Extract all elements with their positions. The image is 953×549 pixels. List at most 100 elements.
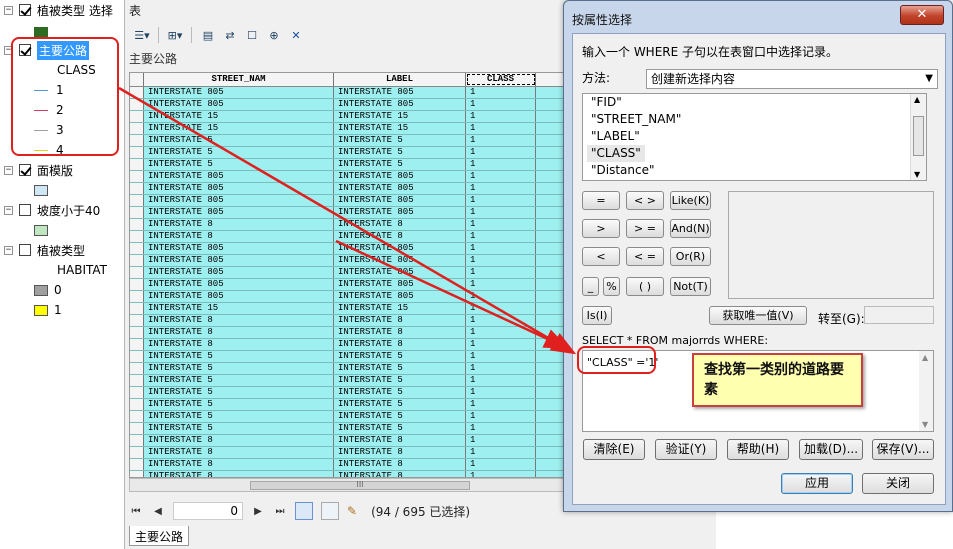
column-header[interactable]: LABEL xyxy=(334,73,466,86)
row-selector[interactable] xyxy=(130,315,144,326)
table-row[interactable]: INTERSTATE 8 INTERSTATE 81 xyxy=(130,435,568,447)
greater-than-button[interactable]: > xyxy=(582,219,620,238)
next-record-icon[interactable]: ▶ xyxy=(251,506,265,517)
row-selector[interactable] xyxy=(130,171,144,182)
table-row[interactable]: INTERSTATE 805 INTERSTATE 805 1 xyxy=(130,87,568,99)
row-selector[interactable] xyxy=(130,303,144,314)
less-than-button[interactable]: < xyxy=(582,247,620,266)
layer-name[interactable]: 面模版 xyxy=(37,162,73,179)
table-row[interactable]: INTERSTATE 805 INTERSTATE 805 1 xyxy=(130,195,568,207)
and-button[interactable]: And(N) xyxy=(670,219,711,238)
row-selector[interactable] xyxy=(130,231,144,242)
scroll-up-icon[interactable]: ▲ xyxy=(922,353,928,362)
underscore-button[interactable]: _ xyxy=(582,277,599,296)
table-options-icon[interactable]: ☰▾ xyxy=(133,26,151,44)
toc-layer-template[interactable]: − 面模版 xyxy=(4,160,73,180)
row-selector[interactable] xyxy=(130,135,144,146)
table-row[interactable]: INTERSTATE 8 INTERSTATE 81 xyxy=(130,339,568,351)
first-record-icon[interactable]: ⏮ xyxy=(129,506,143,517)
table-row[interactable]: INTERSTATE 805 INTERSTATE 805 1 xyxy=(130,279,568,291)
close-button[interactable]: 关闭 xyxy=(862,473,934,494)
toc-layer-vegetation[interactable]: − 植被类型 xyxy=(4,240,85,260)
scroll-up-icon[interactable]: ▲ xyxy=(914,95,920,104)
show-selected-records-icon[interactable] xyxy=(321,502,339,520)
not-equal-button[interactable]: < > xyxy=(626,191,664,210)
row-selector[interactable] xyxy=(130,99,144,110)
row-selector[interactable] xyxy=(130,267,144,278)
table-row[interactable]: INTERSTATE 8 INTERSTATE 81 xyxy=(130,219,568,231)
row-selector[interactable] xyxy=(130,387,144,398)
table-row[interactable]: INTERSTATE 8 INTERSTATE 81 xyxy=(130,459,568,471)
save-button[interactable]: 保存(V)... xyxy=(872,439,934,460)
table-row[interactable]: INTERSTATE 5 INTERSTATE 51 xyxy=(130,363,568,375)
table-row[interactable]: INTERSTATE 8 INTERSTATE 81 xyxy=(130,315,568,327)
not-button[interactable]: Not(T) xyxy=(670,277,711,296)
layer-visibility-checkbox[interactable] xyxy=(19,204,31,216)
clear-selection-icon[interactable]: ☐ xyxy=(243,26,261,44)
field-list[interactable]: "FID" "STREET_NAM" "LABEL" "CLASS" "Dist… xyxy=(582,93,927,181)
zoom-to-selected-icon[interactable]: ⊕ xyxy=(265,26,283,44)
parentheses-button[interactable]: ( ) xyxy=(626,277,664,296)
field-item[interactable]: "Distance" xyxy=(583,162,926,179)
vertical-scrollbar[interactable]: ▲ ▼ xyxy=(919,351,933,431)
table-row[interactable]: INTERSTATE 5 INTERSTATE 51 xyxy=(130,399,568,411)
attribute-table-grid[interactable]: STREET_NAM LABEL CLASS INTERSTATE 805 INT… xyxy=(129,72,569,478)
table-row[interactable]: INTERSTATE 5 INTERSTATE 51 xyxy=(130,411,568,423)
row-selector[interactable] xyxy=(130,363,144,374)
vertical-scrollbar[interactable]: ▲ ▼ xyxy=(910,94,926,180)
table-row[interactable]: INTERSTATE 5 INTERSTATE 51 xyxy=(130,375,568,387)
scroll-down-icon[interactable]: ▼ xyxy=(922,420,928,429)
table-row[interactable]: INTERSTATE 805 INTERSTATE 805 1 xyxy=(130,171,568,183)
unique-values-list[interactable] xyxy=(728,191,934,299)
help-button[interactable]: 帮助(H) xyxy=(727,439,789,460)
table-row[interactable]: INTERSTATE 8 INTERSTATE 81 xyxy=(130,327,568,339)
row-selector[interactable] xyxy=(130,255,144,266)
table-row[interactable]: INTERSTATE 805 INTERSTATE 805 1 xyxy=(130,267,568,279)
row-selector[interactable] xyxy=(130,183,144,194)
field-item[interactable]: "FID" xyxy=(583,94,926,111)
equals-button[interactable]: = xyxy=(582,191,620,210)
row-selector[interactable] xyxy=(130,411,144,422)
goto-input[interactable] xyxy=(864,306,934,324)
row-selector[interactable] xyxy=(130,219,144,230)
table-row[interactable]: INTERSTATE 5 INTERSTATE 51 xyxy=(130,351,568,363)
row-selector[interactable] xyxy=(130,87,144,98)
layer-name[interactable]: 坡度小于40 xyxy=(37,202,100,219)
column-header[interactable]: STREET_NAM xyxy=(144,73,334,86)
select-by-attributes-icon[interactable]: ▤ xyxy=(199,26,217,44)
layer-visibility-checkbox[interactable] xyxy=(19,4,31,16)
row-selector[interactable] xyxy=(130,339,144,350)
table-row[interactable]: INTERSTATE 805 INTERSTATE 805 1 xyxy=(130,291,568,303)
row-selector[interactable] xyxy=(130,291,144,302)
apply-button[interactable]: 应用 xyxy=(781,473,853,494)
table-row[interactable]: INTERSTATE 805 INTERSTATE 805 1 xyxy=(130,207,568,219)
row-selector[interactable] xyxy=(130,351,144,362)
row-selector[interactable] xyxy=(130,375,144,386)
table-row[interactable]: INTERSTATE 5 INTERSTATE 51 xyxy=(130,147,568,159)
record-number-input[interactable]: 0 xyxy=(173,502,243,520)
previous-record-icon[interactable]: ◀ xyxy=(151,506,165,517)
table-row[interactable]: INTERSTATE 5 INTERSTATE 51 xyxy=(130,423,568,435)
table-row[interactable]: INTERSTATE 805 INTERSTATE 805 1 xyxy=(130,255,568,267)
row-selector[interactable] xyxy=(130,123,144,134)
last-record-icon[interactable]: ⏭ xyxy=(273,506,287,517)
table-row[interactable]: INTERSTATE 5 INTERSTATE 51 xyxy=(130,159,568,171)
layer-visibility-checkbox[interactable] xyxy=(19,164,31,176)
verify-button[interactable]: 验证(Y) xyxy=(655,439,717,460)
table-tab[interactable]: 主要公路 xyxy=(129,526,190,546)
switch-selection-icon[interactable]: ⇄ xyxy=(221,26,239,44)
row-selector[interactable] xyxy=(130,279,144,290)
table-row[interactable]: INTERSTATE 5 INTERSTATE 51 xyxy=(130,135,568,147)
field-item[interactable]: "STREET_NAM" xyxy=(583,111,926,128)
collapse-icon[interactable]: − xyxy=(4,245,13,255)
collapse-icon[interactable]: − xyxy=(4,5,13,15)
is-button[interactable]: Is(I) xyxy=(582,306,612,325)
table-row[interactable]: INTERSTATE 15 INTERSTATE 15 1 xyxy=(130,123,568,135)
chevron-down-icon[interactable]: ▼ xyxy=(925,70,933,88)
table-row[interactable]: INTERSTATE 805 INTERSTATE 805 1 xyxy=(130,99,568,111)
row-selector[interactable] xyxy=(130,471,144,477)
layer-name[interactable]: 植被类型 选择 xyxy=(37,2,113,19)
row-selector[interactable] xyxy=(130,435,144,446)
layer-name[interactable]: 植被类型 xyxy=(37,242,85,259)
table-row[interactable]: INTERSTATE 805 INTERSTATE 805 1 xyxy=(130,183,568,195)
